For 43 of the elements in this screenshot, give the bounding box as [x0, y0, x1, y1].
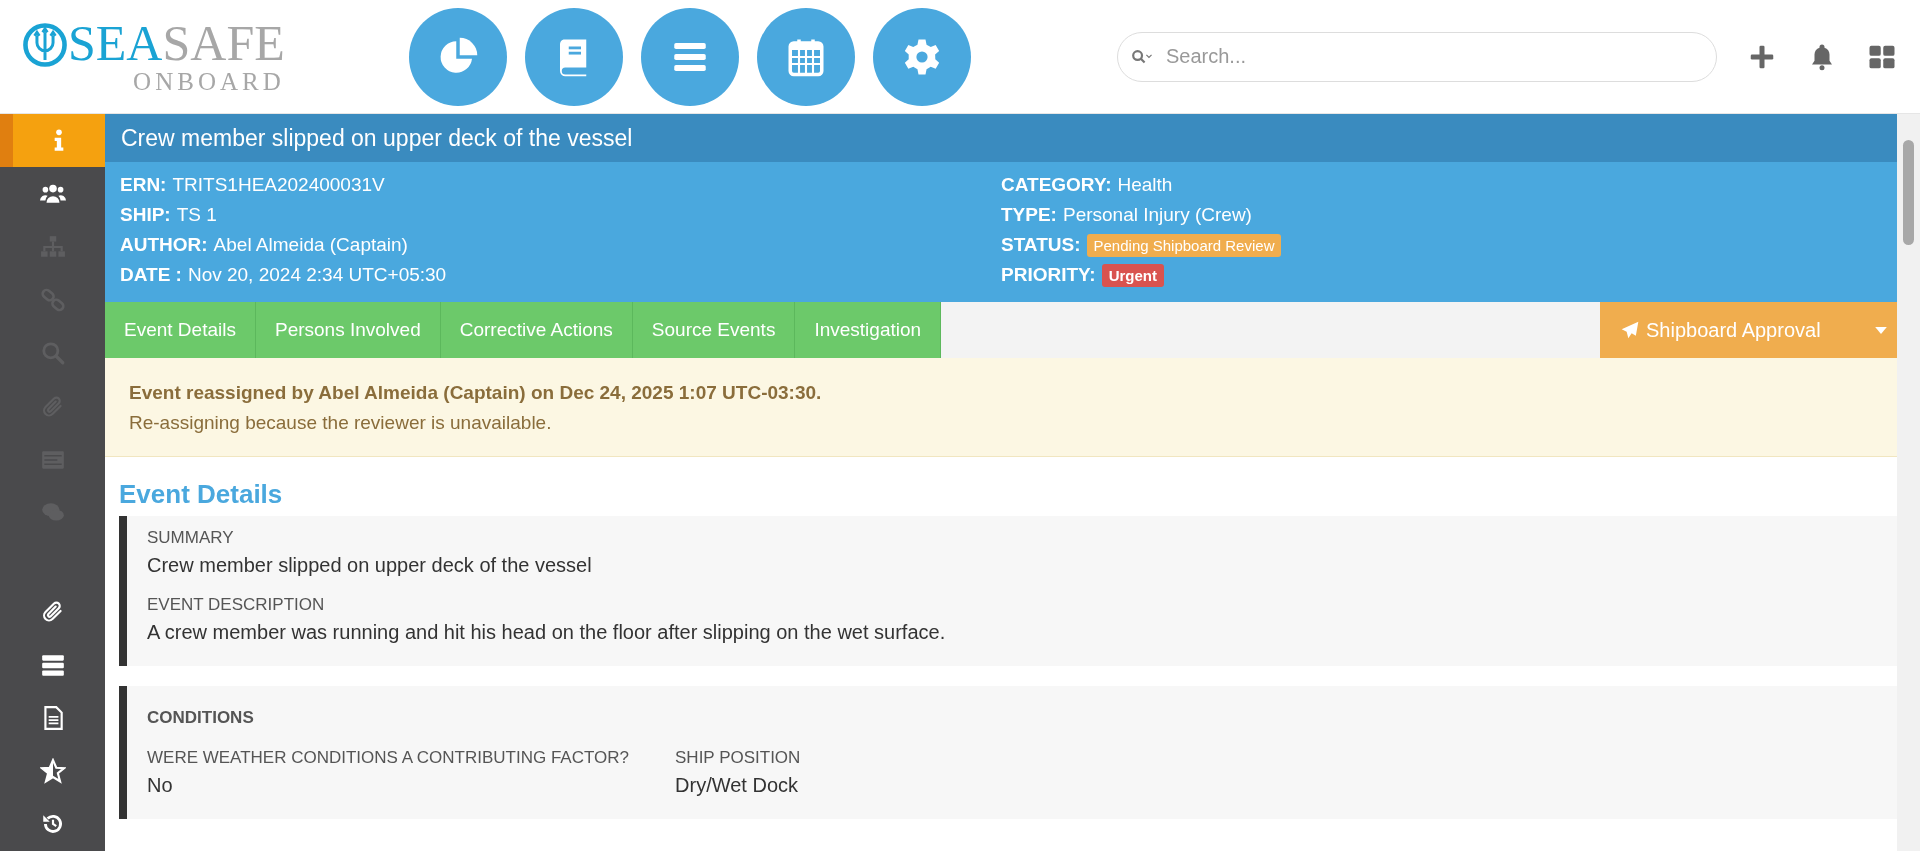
- search-field[interactable]: Search...: [1117, 31, 1717, 82]
- tab[interactable]: Event Details: [105, 302, 256, 358]
- field-value: TS 1: [176, 204, 217, 226]
- paper-plane-icon: [1620, 320, 1640, 340]
- field-value: A crew member was running and hit his head on the floor after slipping on the wet surface.: [147, 621, 947, 644]
- field-label: STATUS:: [1001, 234, 1081, 256]
- star-icon: [39, 758, 66, 785]
- field-value: No: [147, 774, 174, 797]
- dropdown-button[interactable]: [1865, 302, 1897, 358]
- field-value: Health: [1117, 174, 1173, 196]
- field-label: WERE WEATHER CONDITIONS A CONTRIBUTING FACTOR?: [147, 748, 630, 768]
- field-label: DATE :: [120, 264, 182, 286]
- tab[interactable]: Corrective Actions: [440, 302, 633, 358]
- field-value: Personal Injury (Crew): [1062, 204, 1252, 226]
- field-value: Crew member slipped on upper deck of the vessel: [147, 554, 593, 577]
- trident-logo-icon: [22, 21, 68, 68]
- scrollbar[interactable]: [1897, 114, 1920, 851]
- status-badge: Urgent: [1101, 263, 1164, 287]
- alert-heading: Event reassigned by Abel Almeida (Captain) on Dec 24, 2025 1:07 UTC-03:30.: [129, 382, 823, 404]
- field-label: TYPE:: [1001, 204, 1057, 226]
- field-label: ERN:: [120, 174, 167, 196]
- section-title: Event Details: [119, 479, 284, 510]
- card-title: CONDITIONS: [147, 708, 255, 728]
- field-value: Dry/Wet Dock: [675, 774, 799, 797]
- field-value: Abel Almeida (Captain): [213, 234, 408, 256]
- field-label: PRIORITY:: [1001, 264, 1096, 286]
- alert-message: Re-assigning because the reviewer is unavailable.: [129, 412, 553, 434]
- caret-icon: [1875, 326, 1887, 334]
- field-label: SHIP POSITION: [675, 748, 801, 768]
- field-label: SUMMARY: [147, 528, 235, 548]
- search-icon: [1131, 47, 1153, 66]
- field-value: TRITS1HEA202400031V: [172, 174, 385, 196]
- approval-button[interactable]: Shipboard Approval: [1600, 302, 1865, 358]
- field-label: AUTHOR:: [120, 234, 208, 256]
- status-badge: Pending Shipboard Review: [1086, 233, 1282, 257]
- tab[interactable]: Persons Involved: [255, 302, 441, 358]
- event-title: Crew member slipped on upper deck of the vessel: [121, 124, 633, 152]
- tab[interactable]: Investigation: [795, 302, 942, 358]
- field-value: Nov 20, 2024 2:34 UTC+05:30: [187, 264, 447, 286]
- field-label: SHIP:: [120, 204, 171, 226]
- field-label: EVENT DESCRIPTION: [147, 595, 326, 615]
- tab[interactable]: Source Events: [632, 302, 796, 358]
- field-label: CATEGORY:: [1001, 174, 1112, 196]
